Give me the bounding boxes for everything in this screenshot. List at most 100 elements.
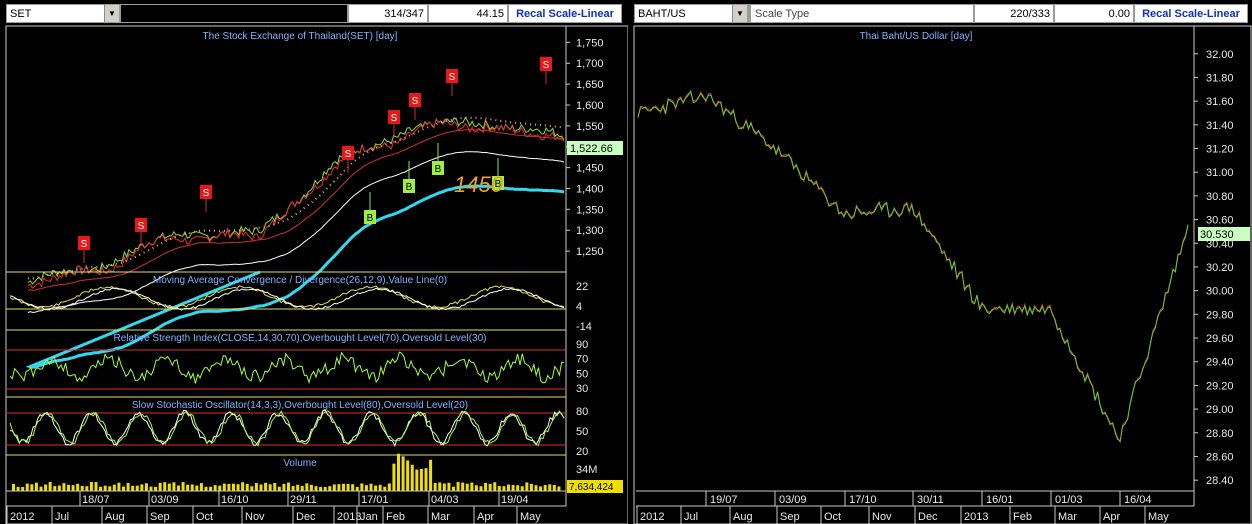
symbol-select[interactable]: BAHT/US ▼ — [634, 4, 748, 23]
date-tick-label: 18/07 — [82, 494, 110, 506]
volume-bar — [484, 482, 488, 491]
volume-bar — [112, 484, 116, 491]
price-tick-label: 1,400 — [576, 183, 604, 195]
volume-bar — [89, 482, 93, 491]
volume-bar — [378, 484, 382, 491]
recal-scale-button[interactable]: Recal Scale-Linear — [508, 4, 622, 23]
volume-bar — [103, 485, 107, 491]
volume-bar — [406, 460, 410, 491]
price-tick-label: 1,450 — [576, 163, 604, 175]
volume-bar — [158, 482, 162, 491]
volume-bar — [323, 486, 327, 491]
volume-bar — [465, 483, 469, 491]
recal-scale-button[interactable]: Recal Scale-Linear — [1134, 4, 1248, 23]
volume-bar — [48, 482, 52, 491]
value-field: 44.15 — [428, 4, 508, 23]
volume-bar — [328, 486, 332, 491]
volume-bar — [429, 459, 433, 491]
price-tick-label: 1,650 — [576, 79, 604, 91]
chevron-down-icon[interactable]: ▼ — [104, 5, 119, 22]
date-tick-label: 17/10 — [849, 494, 877, 506]
stoch-title: Slow Stochastic Oscillator(14,3,3),Overb… — [132, 400, 468, 411]
price-tick-label: 28.60 — [1206, 451, 1234, 463]
volume-bar — [62, 483, 66, 491]
volume-bar — [511, 484, 515, 491]
sell-signal-label: S — [543, 60, 550, 71]
chevron-down-icon[interactable]: ▼ — [732, 5, 747, 22]
volume-bar — [309, 484, 313, 491]
volume-bar — [539, 486, 543, 491]
price-tick-label: 28.80 — [1206, 428, 1234, 440]
price-tick-label: 1,700 — [576, 58, 604, 70]
counter-field: 220/333 — [974, 4, 1054, 23]
month-tick-label: Mar — [1058, 511, 1077, 523]
date-tick-label: 16/10 — [221, 494, 249, 506]
price-tick-label: 1,300 — [576, 225, 604, 237]
month-tick-label: 2012 — [640, 511, 664, 523]
sell-signal-label: S — [412, 96, 419, 107]
date-tick-label: 03/09 — [779, 494, 807, 506]
volume-bar — [387, 483, 391, 491]
price-tick-label: 1,250 — [576, 246, 604, 258]
volume-bar — [296, 484, 300, 491]
volume-bar — [470, 482, 474, 491]
volume-bar — [319, 486, 323, 491]
price-line — [27, 116, 565, 285]
volume-bar — [222, 483, 226, 491]
volume-bar — [144, 483, 148, 491]
value-field: 0.00 — [1054, 4, 1134, 23]
volume-bar — [16, 486, 20, 491]
volume-bar — [199, 483, 203, 491]
volume-bar — [360, 483, 364, 491]
volume-bar — [167, 483, 171, 491]
sell-signal-label: S — [203, 188, 210, 199]
buy-signal-label: B — [367, 213, 374, 224]
date-tick-label: 16/01 — [986, 494, 1014, 506]
volume-bar — [277, 486, 281, 491]
volume-bar — [456, 482, 460, 491]
volume-bar — [254, 483, 258, 491]
volume-bar — [218, 485, 222, 491]
volume-bar — [195, 485, 199, 491]
date-tick-label: 29/11 — [290, 494, 317, 506]
buy-signal-label: B — [406, 182, 413, 193]
volume-bar — [447, 482, 451, 491]
date-tick-label: 01/03 — [1055, 494, 1083, 506]
volume-last-label: 7,634,424 — [569, 482, 614, 493]
volume-bar — [140, 484, 144, 491]
price-tick-label: 29.00 — [1206, 404, 1234, 416]
month-tick-label: Aug — [733, 511, 753, 523]
volume-bar — [342, 483, 345, 491]
volume-bar — [186, 484, 190, 491]
volume-bar — [154, 486, 158, 491]
month-tick-label: Nov — [245, 511, 265, 523]
volume-title: Volume — [283, 458, 317, 469]
volume-bar — [25, 483, 29, 491]
volume-bar — [314, 486, 318, 491]
volume-tick-label: 34M — [576, 464, 597, 476]
date-tick-label: 03/09 — [151, 494, 179, 506]
price-tick-label: 31.60 — [1206, 96, 1234, 108]
volume-bar — [282, 483, 286, 491]
date-tick-label: 17/01 — [361, 494, 389, 506]
chart-frame — [633, 25, 1252, 524]
volume-bar — [300, 485, 304, 491]
rsi-title: Relative Strength Index(CLOSE,14,30,70),… — [114, 333, 487, 344]
month-tick-label: May — [1148, 511, 1169, 523]
volume-bar — [529, 483, 533, 491]
price-tick-label: 31.00 — [1206, 167, 1234, 179]
price-tick-label: 32.00 — [1206, 49, 1234, 61]
volume-bar — [337, 484, 341, 491]
sell-signal-label: S — [138, 221, 145, 232]
volume-bar — [76, 483, 80, 491]
volume-bar — [552, 484, 556, 491]
month-tick-label: Jul — [55, 511, 69, 523]
month-tick-label: Oct — [196, 511, 213, 523]
sell-signal-label: S — [449, 72, 456, 83]
rsi-line — [9, 351, 565, 385]
symbol-select[interactable]: SET ▼ — [6, 4, 120, 23]
sell-signal-label: S — [81, 239, 88, 250]
set-chart-panel: SET ▼ 314/347 44.15 Recal Scale-Linear 1… — [0, 0, 628, 524]
month-tick-label: Oct — [824, 511, 841, 523]
rsi-tick-label: 30 — [576, 383, 588, 395]
